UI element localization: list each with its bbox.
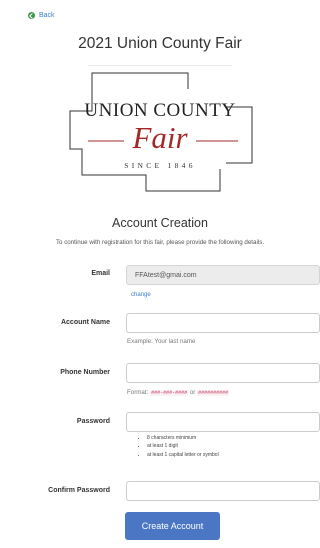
page-title: 2021 Union County Fair xyxy=(78,35,242,52)
account-name-hint: Example: Your last name xyxy=(127,338,196,345)
logo-text-since: SINCE 1846 xyxy=(124,161,196,170)
create-account-button[interactable]: Create Account xyxy=(125,512,220,540)
confirm-password-input[interactable] xyxy=(126,481,320,501)
account-name-input[interactable] xyxy=(126,313,320,333)
confirm-password-label: Confirm Password xyxy=(48,487,110,494)
back-label: Back xyxy=(39,12,55,19)
password-rule: at least 1 capital letter or symbol xyxy=(147,451,219,459)
password-input[interactable] xyxy=(126,412,320,432)
section-description: To continue with registration for this f… xyxy=(55,239,265,246)
back-arrow-icon xyxy=(28,12,35,19)
section-title: Account Creation xyxy=(112,216,208,230)
account-name-label: Account Name xyxy=(60,319,110,326)
title-divider xyxy=(88,65,232,66)
email-field: FFAtest@gmai.com xyxy=(126,265,320,285)
change-email-link[interactable]: change xyxy=(131,292,151,298)
phone-number-hint: Format: ###-###-#### or ########## xyxy=(127,389,230,396)
email-value: FFAtest@gmai.com xyxy=(135,271,197,279)
password-rules: 8 characters minimum at least 1 digit at… xyxy=(147,434,219,459)
phone-number-input[interactable] xyxy=(126,363,320,383)
phone-number-label: Phone Number xyxy=(60,369,110,376)
password-rule: 8 characters minimum xyxy=(147,434,219,442)
phone-hint-prefix: Format: xyxy=(127,389,149,396)
back-link[interactable]: Back xyxy=(28,12,55,19)
password-rule: at least 1 digit xyxy=(147,442,219,450)
logo-text-union-county: UNION COUNTY xyxy=(84,100,236,121)
email-label: Email xyxy=(91,270,110,277)
phone-format-plain: ########## xyxy=(197,390,230,396)
phone-hint-or: or xyxy=(189,389,196,396)
logo-text-fair: Fair xyxy=(132,120,188,155)
password-label: Password xyxy=(76,418,110,425)
phone-format-dashed: ###-###-#### xyxy=(150,390,189,396)
